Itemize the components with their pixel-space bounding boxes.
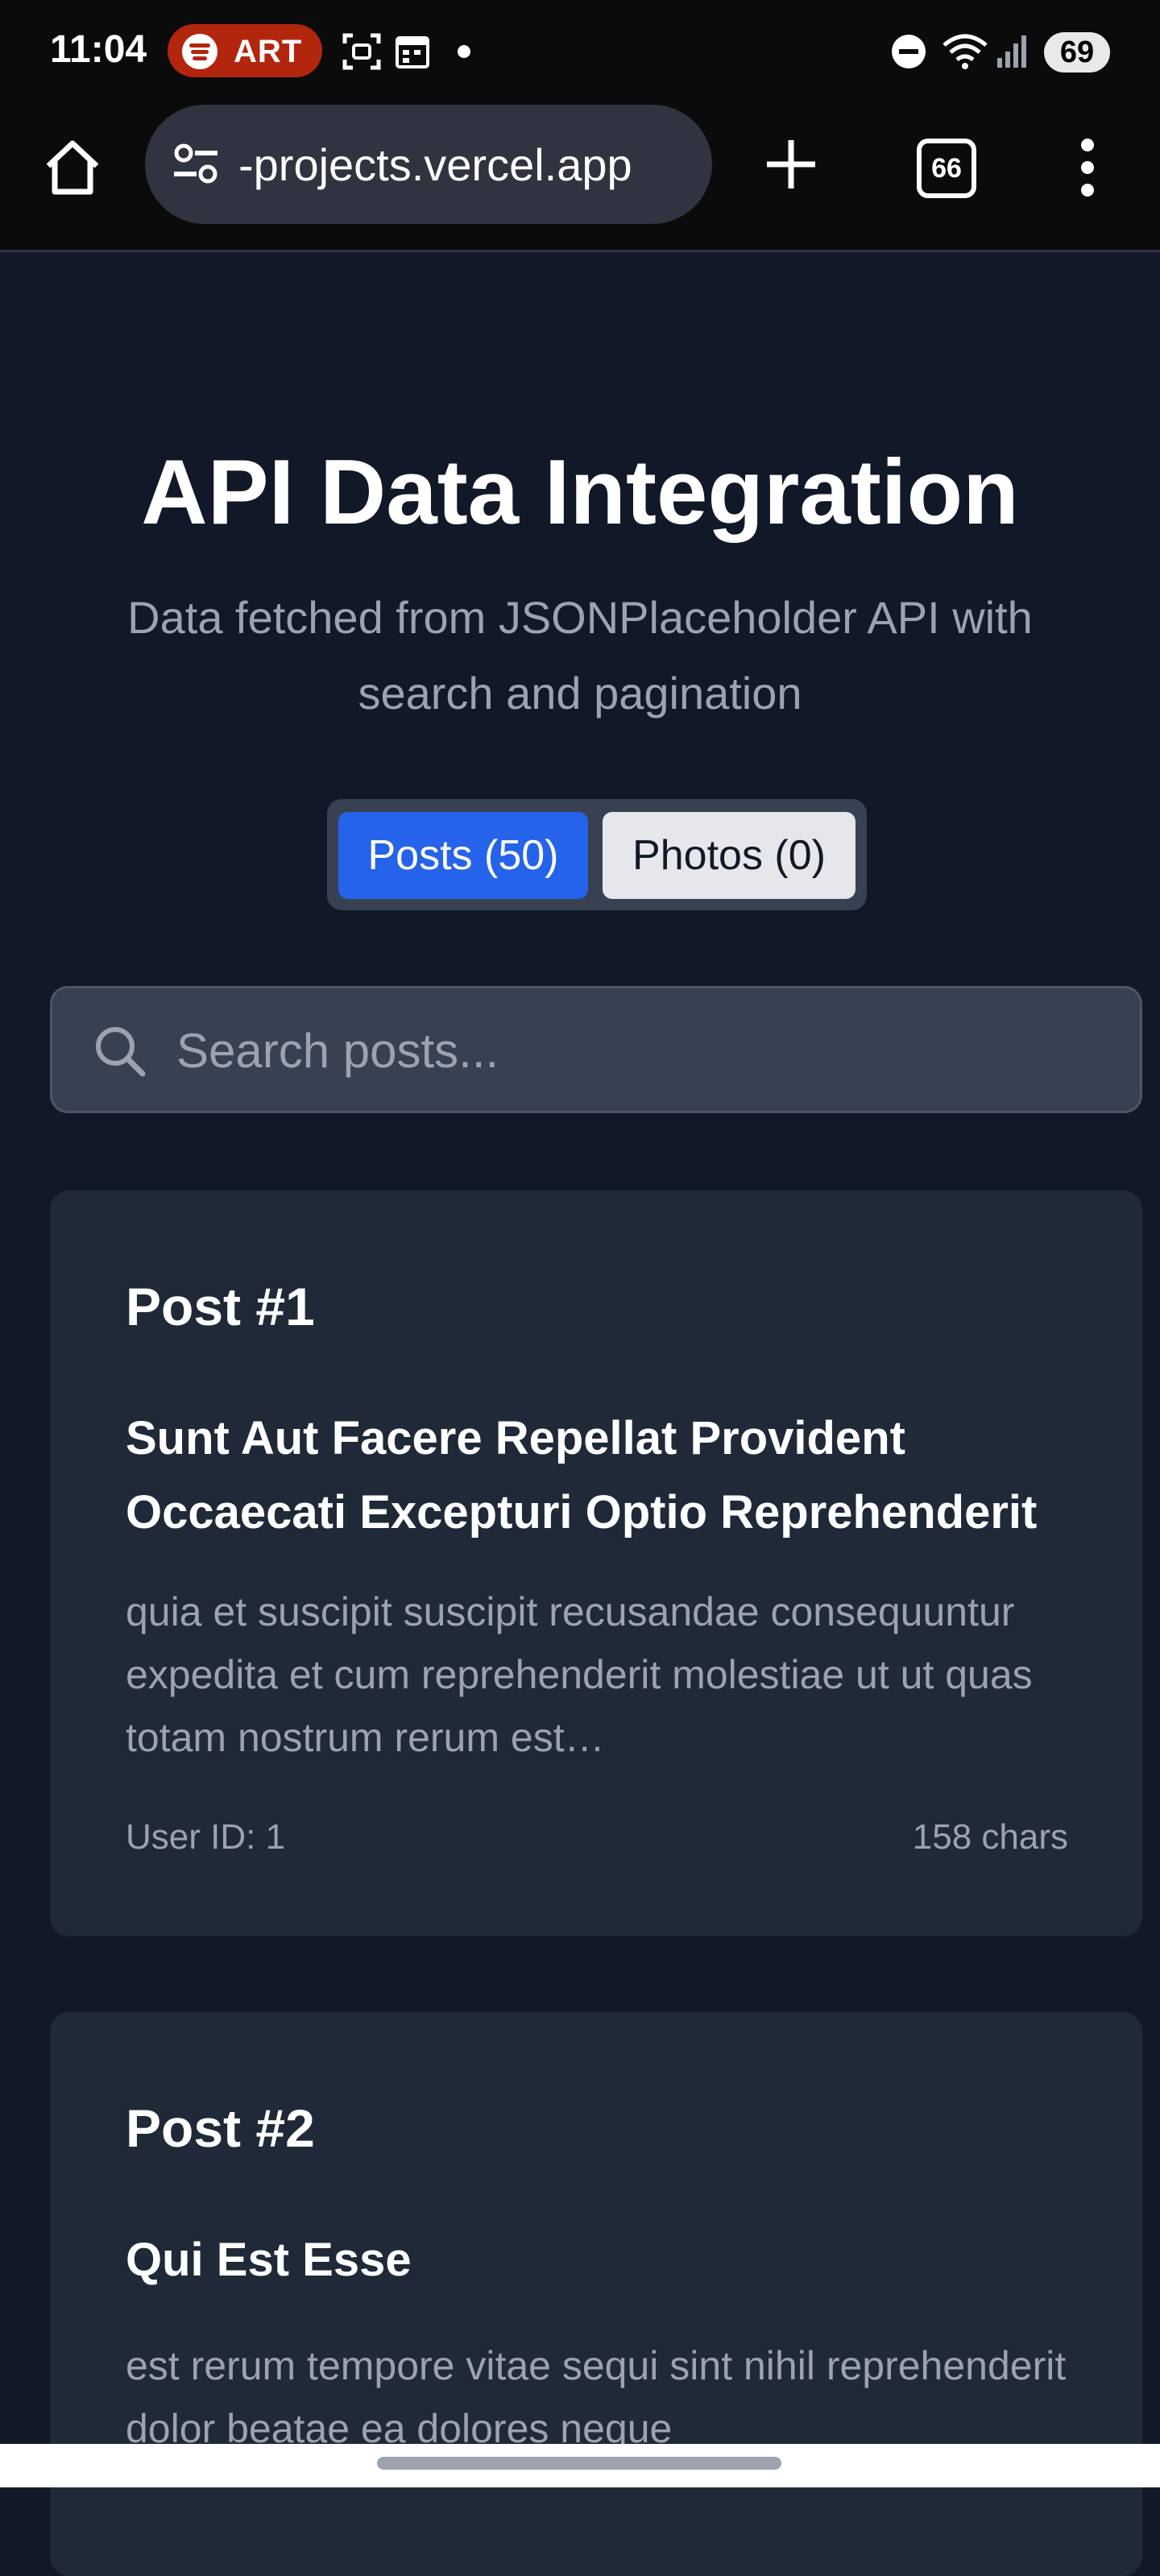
now-playing-badge: ART xyxy=(168,24,322,77)
page-subtitle: Data fetched from JSONPlaceholder API wi… xyxy=(127,592,1033,719)
calendar-icon xyxy=(396,36,429,68)
url-text: -projects.vercel.app xyxy=(238,139,632,190)
screenshot-icon xyxy=(342,33,381,70)
post-card[interactable]: Post #2 Qui Est Esse est rerum tempore v… xyxy=(50,2012,1142,2576)
post-heading: Post #2 xyxy=(126,2098,315,2158)
post-user-id: User ID: 1 xyxy=(126,1817,286,1857)
gesture-nav-handle[interactable] xyxy=(377,2457,781,2470)
tab-photos[interactable]: Photos (0) xyxy=(603,812,856,899)
site-settings-icon[interactable] xyxy=(172,142,221,187)
post-char-count: 158 chars xyxy=(912,1817,1068,1857)
content-tabs: Posts (50) Photos (0) xyxy=(327,799,867,910)
status-bar: 11:04 ART 69 xyxy=(0,0,1160,103)
signal-icon xyxy=(997,35,1026,68)
address-bar[interactable]: -projects.vercel.app xyxy=(145,105,712,224)
new-tab-icon[interactable] xyxy=(764,137,818,192)
search-input[interactable] xyxy=(175,1013,1112,1088)
tab-posts[interactable]: Posts (50) xyxy=(338,812,588,899)
post-body: est rerum tempore vitae sequi sint nihil… xyxy=(126,2343,1067,2451)
search-box xyxy=(50,986,1142,1113)
post-card[interactable]: Post #1 Sunt Aut Facere Repellat Provide… xyxy=(50,1191,1142,1936)
status-time: 11:04 xyxy=(50,28,147,71)
more-menu-icon[interactable] xyxy=(1073,135,1102,200)
post-title: Sunt Aut Facere Repellat Provident Occae… xyxy=(126,1412,1038,1539)
now-playing-label: ART xyxy=(234,34,303,69)
search-icon xyxy=(96,1027,146,1077)
post-body: quia et suscipit suscipit recusandae con… xyxy=(126,1589,1033,1760)
home-icon[interactable] xyxy=(40,135,105,200)
browser-toolbar: -projects.vercel.app 66 xyxy=(0,103,1160,252)
wifi-icon xyxy=(942,34,988,69)
post-title: Qui Est Esse xyxy=(126,2234,412,2286)
page-title: API Data Integration xyxy=(141,441,1019,544)
tab-switcher-icon[interactable]: 66 xyxy=(917,139,976,198)
dnd-icon xyxy=(892,35,926,68)
battery-indicator: 69 xyxy=(1044,32,1110,72)
post-heading: Post #1 xyxy=(126,1277,315,1336)
notification-dot-icon xyxy=(458,45,470,58)
spotify-icon xyxy=(182,34,218,69)
